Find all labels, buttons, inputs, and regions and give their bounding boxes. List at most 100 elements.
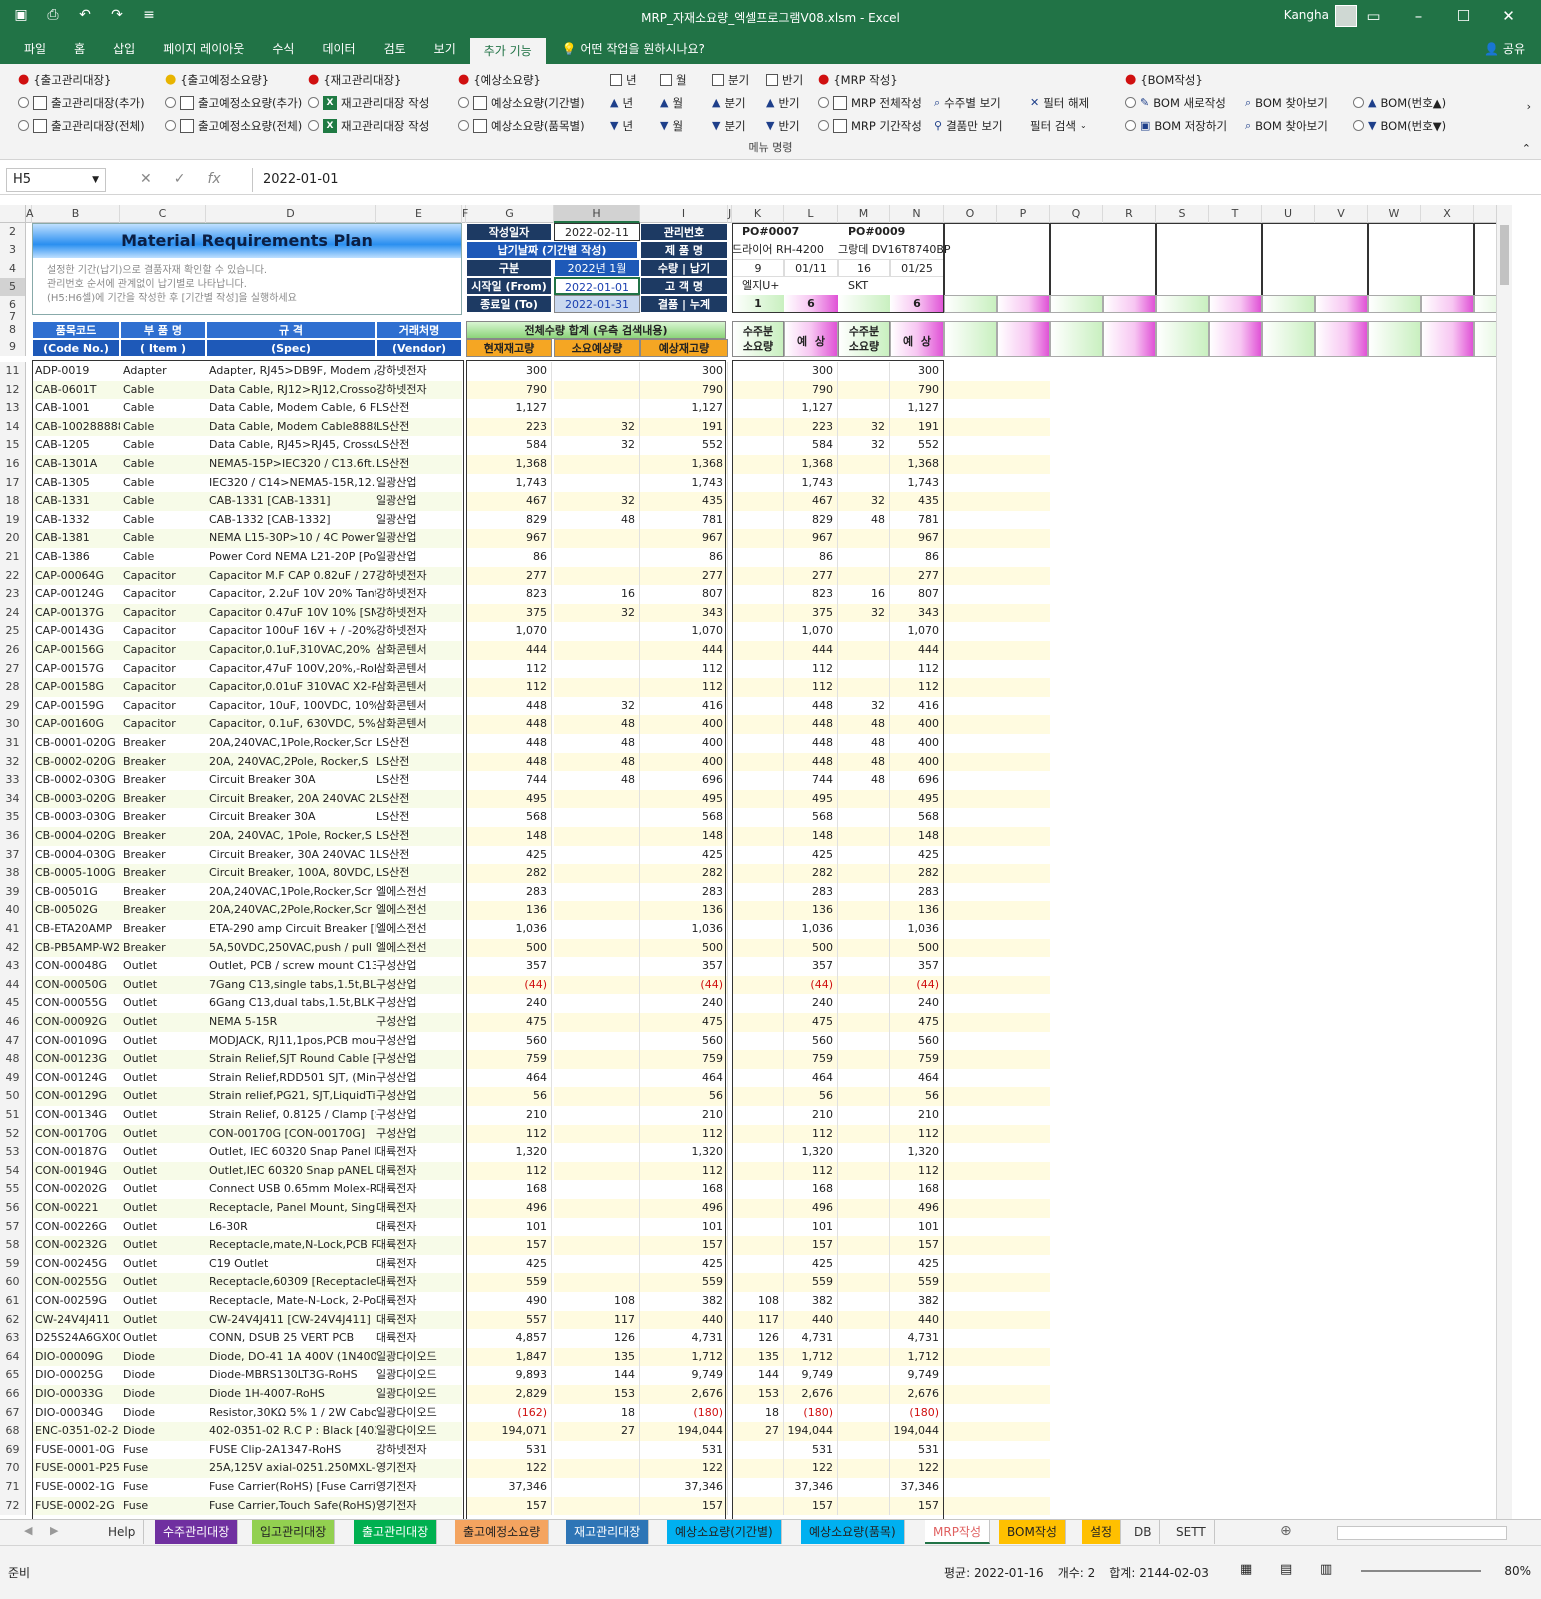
chevron-down-icon[interactable]: ▼	[92, 169, 99, 191]
ribbon-group-title-text[interactable]: 년	[626, 72, 637, 88]
option-radio[interactable]	[1125, 120, 1136, 131]
row-header[interactable]: 4	[0, 260, 26, 278]
row-header[interactable]: 62	[0, 1310, 26, 1330]
row-header[interactable]: 9	[0, 338, 26, 356]
option-radio[interactable]	[18, 97, 29, 108]
ribbon-item[interactable]: 예상소요량(품목별)	[458, 114, 585, 137]
row-header[interactable]: 23	[0, 585, 26, 604]
row-header[interactable]: 57	[0, 1217, 26, 1237]
row-header[interactable]: 7	[0, 311, 26, 322]
ribbon-group-title-text[interactable]: 월	[676, 72, 687, 88]
row-header[interactable]: 43	[0, 957, 26, 976]
sheet-tab[interactable]: 재고관리대장	[566, 1520, 650, 1544]
row-header[interactable]: 53	[0, 1143, 26, 1162]
ribbon-scroll-right-icon[interactable]: ›	[1527, 100, 1531, 113]
ribbon-collapse-icon[interactable]: ⌃	[1522, 142, 1531, 155]
share-button[interactable]: 👤 공유	[1484, 34, 1525, 64]
row-header[interactable]: 3	[0, 240, 26, 260]
column-header-l[interactable]: L	[784, 205, 838, 223]
row-header[interactable]: 36	[0, 827, 26, 846]
tab-scroll-right-icon[interactable]: ▶	[50, 1524, 58, 1537]
ribbon-item[interactable]: ⌕ BOM 찾아보기	[1245, 91, 1328, 114]
option-radio[interactable]	[1125, 97, 1136, 108]
ribbon-item[interactable]: ▲ BOM(번호▲)	[1353, 91, 1446, 114]
row-header[interactable]: 22	[0, 566, 26, 586]
ribbon-item[interactable]: ✕ 필터 해제	[1030, 91, 1089, 114]
row-header[interactable]: 38	[0, 864, 26, 883]
column-header-w[interactable]: W	[1368, 205, 1421, 223]
column-header-s[interactable]: S	[1156, 205, 1209, 223]
row-header[interactable]: 39	[0, 882, 26, 902]
row-header[interactable]: 69	[0, 1440, 26, 1460]
row-header[interactable]: 59	[0, 1254, 26, 1274]
chevron-down-icon[interactable]: ⌄	[1080, 121, 1087, 130]
insert-function-icon[interactable]: fx	[207, 171, 220, 187]
row-header[interactable]: 63	[0, 1329, 26, 1348]
sheet-tab[interactable]: 입고관리대장	[252, 1520, 336, 1544]
sheet-tab[interactable]: 예상소요량(기간별)	[667, 1520, 782, 1544]
ribbon-display-icon[interactable]: ▭	[1351, 4, 1396, 28]
row-header[interactable]: 65	[0, 1366, 26, 1385]
row-header[interactable]: 71	[0, 1478, 26, 1497]
enter-icon[interactable]: ✓	[174, 171, 186, 187]
ribbon-group-title-text[interactable]: {출고예정소요량}	[180, 72, 269, 88]
ribbon-item[interactable]: ▼ 반기	[766, 114, 803, 137]
row-header[interactable]: 46	[0, 1013, 26, 1032]
row-header[interactable]: 61	[0, 1292, 26, 1311]
row-header[interactable]: 54	[0, 1161, 26, 1181]
option-radio[interactable]	[18, 120, 29, 131]
option-radio[interactable]	[818, 97, 829, 108]
sheet-tab[interactable]: Help	[100, 1520, 145, 1544]
row-header[interactable]: 37	[0, 845, 26, 865]
row-header[interactable]: 51	[0, 1106, 26, 1125]
tab-7[interactable]: 보기	[420, 34, 470, 64]
row-header[interactable]: 60	[0, 1273, 26, 1292]
row-header[interactable]: 45	[0, 994, 26, 1013]
row-header[interactable]: 20	[0, 529, 26, 548]
ribbon-group-title-text[interactable]: {재고관리대장}	[323, 72, 401, 88]
ribbon-item[interactable]: ⌕ BOM 찾아보기	[1245, 114, 1328, 137]
ribbon-item[interactable]: MRP 전체작성	[818, 91, 922, 114]
row-header[interactable]: 26	[0, 641, 26, 660]
column-header-c[interactable]: C	[120, 205, 206, 223]
minimize-icon[interactable]: –	[1396, 4, 1441, 28]
ribbon-item[interactable]: 출고예정소요량(추가)	[165, 91, 302, 114]
page-layout-icon[interactable]: ▤	[1280, 1562, 1292, 1577]
ribbon-group-title-text[interactable]: 반기	[782, 72, 803, 88]
page-break-icon[interactable]: ▥	[1320, 1562, 1332, 1577]
from-date-input[interactable]: 2022-01-01	[554, 277, 640, 295]
ribbon-item[interactable]: ⚲ 결품만 보기	[934, 114, 1003, 137]
row-header[interactable]: 25	[0, 622, 26, 641]
ribbon-item[interactable]: 출고관리대장(추가)	[18, 91, 145, 114]
sheet-tab[interactable]: 출고예정소요량	[455, 1520, 550, 1544]
column-header-t[interactable]: T	[1209, 205, 1262, 223]
sheet-tab[interactable]: SETT	[1168, 1520, 1215, 1544]
option-radio[interactable]	[1353, 120, 1364, 131]
tab-8[interactable]: 추가 기능	[469, 38, 546, 64]
column-header-i[interactable]: I	[640, 205, 728, 223]
row-header[interactable]: 28	[0, 678, 26, 697]
column-header-n[interactable]: N	[890, 205, 944, 223]
column-header-e[interactable]: E	[376, 205, 462, 223]
maximize-icon[interactable]: ☐	[1441, 4, 1486, 28]
sheet-tab[interactable]: 출고관리대장	[354, 1520, 438, 1544]
option-radio[interactable]	[818, 120, 829, 131]
row-header[interactable]: 55	[0, 1180, 26, 1199]
tab-5[interactable]: 데이터	[308, 34, 369, 64]
sheet-tab[interactable]: DB	[1126, 1520, 1161, 1544]
row-header[interactable]: 66	[0, 1385, 26, 1404]
ribbon-item[interactable]: 필터 검색 ⌄	[1030, 114, 1089, 137]
row-header[interactable]: 33	[0, 771, 26, 790]
ribbon-item[interactable]: ▲ 년	[610, 91, 637, 114]
row-header[interactable]: 70	[0, 1459, 26, 1478]
tab-1[interactable]: 홈	[60, 34, 99, 64]
row-header[interactable]: 42	[0, 938, 26, 958]
ribbon-item[interactable]: ▼ 분기	[712, 114, 749, 137]
tab-scroll-left-icon[interactable]: ◀	[24, 1524, 32, 1537]
select-all-corner[interactable]	[0, 205, 26, 223]
close-icon[interactable]: ✕	[1486, 4, 1531, 28]
column-header-p[interactable]: P	[997, 205, 1050, 223]
ribbon-item[interactable]: ▼ BOM(번호▼)	[1353, 114, 1446, 137]
tab-3[interactable]: 페이지 레이아웃	[149, 34, 258, 64]
row-header[interactable]: 16	[0, 455, 26, 474]
